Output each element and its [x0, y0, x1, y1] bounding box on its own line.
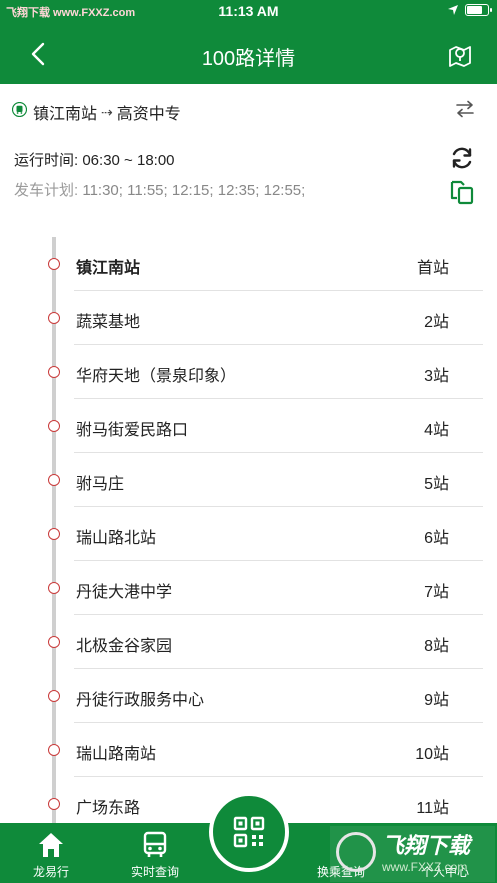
tab-home-label: 龙易行 [32, 865, 69, 879]
stop-index: 4站 [424, 422, 449, 439]
qr-scan-icon [233, 816, 265, 848]
status-time: 11:13 AM [218, 3, 279, 19]
stop-dot-icon [48, 474, 60, 486]
stop-index: 9站 [424, 692, 449, 709]
nav-bar: 100路详情 [0, 24, 497, 84]
stop-index: 3站 [424, 368, 449, 385]
bus-icon [143, 831, 167, 857]
swap-direction-icon[interactable] [455, 100, 475, 118]
stop-dot-icon [48, 690, 60, 702]
stop-index: 8站 [424, 638, 449, 655]
copy-icon[interactable] [449, 178, 475, 206]
battery-icon [465, 4, 492, 16]
stop-dot-icon [48, 798, 60, 810]
route-to: 高资中专 [116, 106, 181, 123]
location-arrow-icon [448, 5, 458, 15]
stop-row[interactable]: 北极金谷家园 8站 [0, 615, 497, 669]
tab-realtime[interactable]: 实时查询 [110, 823, 200, 883]
stop-name: 驸马庄 [76, 476, 125, 493]
stop-name: 丹徒大港中学 [76, 584, 173, 601]
stop-name: 华府天地（景泉印象） [76, 368, 237, 385]
tab-home[interactable]: 龙易行 [6, 823, 96, 883]
stop-row[interactable]: 瑞山路北站 6站 [0, 507, 497, 561]
stop-index: 10站 [415, 746, 449, 763]
stop-row[interactable]: 瑞山路南站 10站 [0, 723, 497, 777]
page-title: 100路详情 [201, 48, 296, 70]
route-from: 镇江南站 [33, 106, 98, 123]
stop-name: 北极金谷家园 [76, 638, 173, 655]
stop-name: 瑞山路北站 [76, 530, 157, 547]
stop-name: 蔬菜基地 [76, 314, 141, 331]
hours-label: 运行时间: [14, 152, 79, 169]
stop-row[interactable]: 镇江南站 首站 [0, 237, 497, 291]
stop-row[interactable]: 华府天地（景泉印象） 3站 [0, 345, 497, 399]
watermark: 飞翔下载 www.FXXZ.com [330, 826, 495, 882]
stop-dot-icon [48, 528, 60, 540]
stop-row[interactable]: 丹徒行政服务中心 9站 [0, 669, 497, 723]
stop-index: 7站 [424, 584, 449, 601]
battery-fill [467, 6, 483, 14]
watermark-logo-icon [336, 832, 376, 872]
stop-name: 瑞山路南站 [76, 746, 157, 763]
stop-index: 11站 [416, 800, 449, 817]
route-header: 镇江南站 ⇢ 高资中专 [0, 84, 497, 134]
schedule-info: 运行时间: 06:30 ~ 18:00 发车计划: 11:30; 11:55; … [0, 134, 497, 224]
plan-value: 11:30; 11:55; 12:15; 12:35; 12:55; [82, 182, 306, 199]
stop-dot-icon [48, 366, 60, 378]
stop-row[interactable]: 蔬菜基地 2站 [0, 291, 497, 345]
tab-realtime-label: 实时查询 [130, 865, 179, 879]
stop-dot-icon [48, 420, 60, 432]
stop-dot-icon [48, 636, 60, 648]
stop-row[interactable]: 丹徒大港中学 7站 [0, 561, 497, 615]
stop-dot-icon [48, 312, 60, 324]
stop-row[interactable]: 驸马街爱民路口 4站 [0, 399, 497, 453]
departure-plan: 发车计划: 11:30; 11:55; 12:15; 12:35; 12:55; [14, 179, 305, 200]
map-pin-icon[interactable] [447, 42, 473, 68]
stop-name: 丹徒行政服务中心 [76, 692, 205, 709]
stop-index: 6站 [424, 530, 449, 547]
watermark-url: www.FXXZ.com [382, 860, 468, 874]
qr-scan-button[interactable] [209, 792, 289, 872]
stop-dot-icon [48, 258, 60, 270]
operating-hours: 运行时间: 06:30 ~ 18:00 [14, 149, 175, 170]
status-right [447, 4, 492, 16]
home-icon [39, 833, 63, 857]
stop-index: 2站 [424, 314, 449, 331]
stop-dot-icon [48, 744, 60, 756]
plan-label: 发车计划: [14, 182, 79, 199]
stop-dot-icon [48, 582, 60, 594]
stop-index: 首站 [416, 260, 449, 277]
refresh-icon[interactable] [449, 146, 475, 170]
route-arrow: ⇢ [101, 103, 113, 120]
stop-name: 镇江南站 [76, 260, 141, 277]
bus-badge-icon [12, 102, 27, 117]
stop-row[interactable]: 驸马庄 5站 [0, 453, 497, 507]
route-text: 镇江南站 ⇢ 高资中专 [33, 100, 181, 124]
watermark-title: 飞翔下载 [382, 833, 471, 858]
status-bar: 飞翔下载 www.FXXZ.com 11:13 AM [0, 0, 497, 24]
stop-name: 广场东路 [76, 800, 141, 817]
hours-value: 06:30 ~ 18:00 [82, 152, 175, 169]
stop-index: 5站 [424, 476, 449, 493]
stop-list[interactable]: 镇江南站 首站蔬菜基地 2站华府天地（景泉印象） 3站驸马街爱民路口 4站驸马庄 5站瑞山… [0, 237, 497, 823]
stop-name: 驸马街爱民路口 [76, 422, 189, 439]
